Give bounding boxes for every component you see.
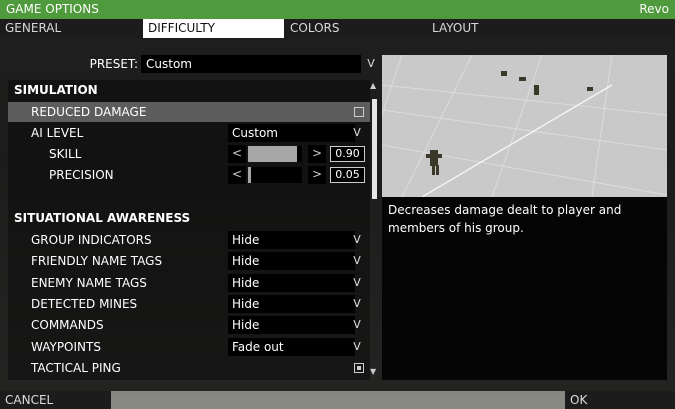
precision-label: PRECISION xyxy=(49,168,114,182)
friendly-name-tags-label: FRIENDLY NAME TAGS xyxy=(31,254,163,268)
group-indicators-label: GROUP INDICATORS xyxy=(31,233,152,247)
tab-bar: GENERAL DIFFICULTY COLORS LAYOUT xyxy=(0,19,675,38)
row-ai-level: AI LEVEL Custom V xyxy=(8,123,370,143)
reduced-damage-label: REDUCED DAMAGE xyxy=(31,105,147,119)
enemy-name-tags-chevron-icon[interactable]: V xyxy=(350,274,364,292)
row-commands: COMMANDS Hide V xyxy=(8,315,370,335)
preset-value: Custom xyxy=(146,57,192,71)
precision-value-field[interactable]: 0.05 xyxy=(330,167,365,183)
row-waypoints: WAYPOINTS Fade out V xyxy=(8,337,370,357)
precision-decrease-button[interactable]: < xyxy=(228,166,246,184)
skill-label: SKILL xyxy=(49,147,82,161)
description-panel: Decreases damage dealt to player and mem… xyxy=(382,197,667,380)
scrollbar-thumb[interactable] xyxy=(372,99,377,199)
waypoints-chevron-icon[interactable]: V xyxy=(350,338,364,356)
user-name: Revo xyxy=(639,2,669,16)
scroll-down-icon[interactable]: ▼ xyxy=(370,367,376,376)
ok-button[interactable]: OK xyxy=(565,391,675,409)
cancel-button[interactable]: CANCEL xyxy=(0,391,111,409)
tab-colors[interactable]: COLORS xyxy=(285,19,426,38)
tab-layout[interactable]: LAYOUT xyxy=(427,19,568,38)
detected-mines-chevron-icon[interactable]: V xyxy=(350,295,364,313)
preset-label: PRESET: xyxy=(89,57,138,71)
section-simulation: SIMULATION xyxy=(14,83,98,97)
row-reduced-damage[interactable]: REDUCED DAMAGE xyxy=(8,102,370,122)
commands-label: COMMANDS xyxy=(31,318,104,332)
friendly-name-tags-chevron-icon[interactable]: V xyxy=(350,252,364,270)
tab-difficulty[interactable]: DIFFICULTY xyxy=(143,19,284,38)
section-situational-awareness: SITUATIONAL AWARENESS xyxy=(14,211,191,225)
skill-slider-fill xyxy=(248,146,297,162)
ai-level-label: AI LEVEL xyxy=(31,126,84,140)
options-scrollbar[interactable]: ▲ ▼ xyxy=(370,81,378,376)
tactical-ping-label: TACTICAL PING xyxy=(31,361,121,375)
reduced-damage-checkbox[interactable] xyxy=(354,107,364,117)
tab-general[interactable]: GENERAL xyxy=(0,19,141,38)
preview-image xyxy=(382,55,667,197)
window-title: GAME OPTIONS xyxy=(6,2,99,16)
preview-scene-icon xyxy=(382,55,667,197)
row-tactical-ping: TACTICAL PING xyxy=(8,358,370,378)
row-skill: SKILL < > 0.90 xyxy=(8,144,370,164)
friendly-name-tags-select[interactable]: Hide xyxy=(228,252,355,270)
skill-value-field[interactable]: 0.90 xyxy=(330,146,365,162)
title-bar: GAME OPTIONS Revo xyxy=(0,0,675,19)
group-indicators-select[interactable]: Hide xyxy=(228,231,355,249)
row-friendly-name-tags: FRIENDLY NAME TAGS Hide V xyxy=(8,251,370,271)
skill-slider[interactable] xyxy=(248,146,302,162)
preset-chevron-icon[interactable]: V xyxy=(364,55,378,73)
row-detected-mines: DETECTED MINES Hide V xyxy=(8,294,370,314)
enemy-name-tags-label: ENEMY NAME TAGS xyxy=(31,276,147,290)
precision-increase-button[interactable]: > xyxy=(308,166,326,184)
detected-mines-select[interactable]: Hide xyxy=(228,295,355,313)
row-precision: PRECISION < > 0.05 xyxy=(8,165,370,185)
description-text: Decreases damage dealt to player and mem… xyxy=(388,203,622,235)
skill-increase-button[interactable]: > xyxy=(308,145,326,163)
options-list: SIMULATION REDUCED DAMAGE AI LEVEL Custo… xyxy=(8,80,370,380)
precision-slider[interactable] xyxy=(248,167,302,183)
ai-level-chevron-icon[interactable]: V xyxy=(350,124,364,142)
waypoints-label: WAYPOINTS xyxy=(31,340,101,354)
group-indicators-chevron-icon[interactable]: V xyxy=(350,231,364,249)
detected-mines-label: DETECTED MINES xyxy=(31,297,138,311)
row-enemy-name-tags: ENEMY NAME TAGS Hide V xyxy=(8,273,370,293)
commands-chevron-icon[interactable]: V xyxy=(350,316,364,334)
ai-level-select[interactable]: Custom xyxy=(228,124,355,142)
preset-select[interactable]: Custom xyxy=(141,55,361,73)
enemy-name-tags-select[interactable]: Hide xyxy=(228,274,355,292)
row-group-indicators: GROUP INDICATORS Hide V xyxy=(8,230,370,250)
waypoints-select[interactable]: Fade out xyxy=(228,338,355,356)
tactical-ping-checkbox[interactable] xyxy=(354,363,364,373)
precision-slider-fill xyxy=(248,167,251,183)
scroll-up-icon[interactable]: ▲ xyxy=(370,81,376,90)
commands-select[interactable]: Hide xyxy=(228,316,355,334)
skill-decrease-button[interactable]: < xyxy=(228,145,246,163)
